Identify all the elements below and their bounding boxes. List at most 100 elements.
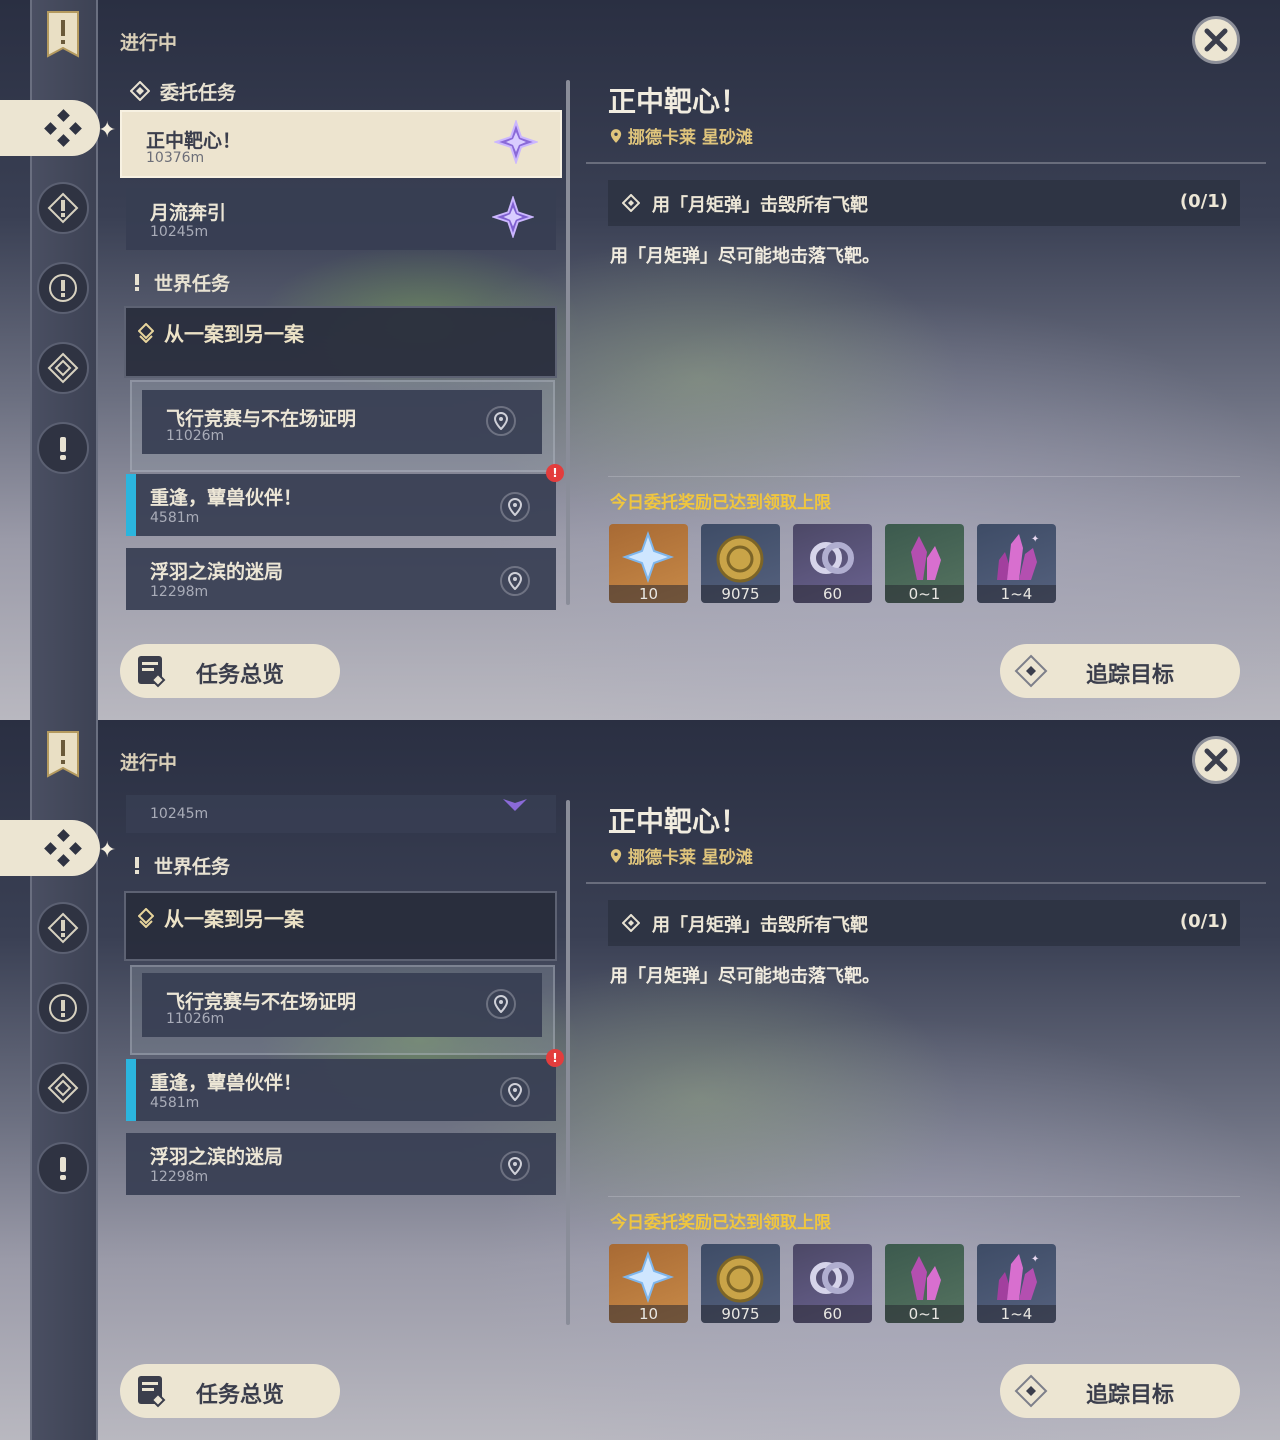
rail-tab-archon[interactable] xyxy=(37,902,89,954)
close-button[interactable] xyxy=(1192,16,1240,64)
track-target-button[interactable]: 追踪目标 xyxy=(1000,644,1240,698)
reward-count: 0~1 xyxy=(885,585,964,603)
rail-tab-commissions[interactable]: ✦ xyxy=(0,100,116,156)
quest-item-reunion[interactable]: 重逢，蕈兽伙伴！ 4581m ! xyxy=(126,464,564,536)
reward-fate[interactable]: 60 xyxy=(793,524,872,603)
quest-group-header[interactable]: 从一案到另一案 xyxy=(124,891,557,961)
crystal-cluster-icon: ✦ xyxy=(997,534,1039,580)
map-pin-icon[interactable] xyxy=(500,1077,530,1107)
crystal-cluster-icon: ✦ xyxy=(997,1254,1039,1300)
reward-count: 60 xyxy=(793,585,872,603)
track-label: 追踪目标 xyxy=(1086,1383,1175,1408)
quest-title: 浮羽之滨的迷局 xyxy=(150,561,284,583)
rail-tab-world[interactable] xyxy=(37,422,89,474)
quest-item-feather-shore[interactable]: 浮羽之滨的迷局 12298m xyxy=(126,1133,556,1195)
new-alert-badge: ! xyxy=(546,464,564,482)
world-exclaim-icon xyxy=(135,274,139,291)
reward-primogem[interactable]: 10 xyxy=(609,1244,688,1323)
quest-distance: 4581m xyxy=(150,1095,200,1111)
commission-star-icon xyxy=(494,120,538,164)
category-label: 世界任务 xyxy=(154,272,231,295)
tracking-bar xyxy=(126,474,136,536)
map-pin-icon[interactable] xyxy=(486,989,516,1019)
reward-primogem[interactable]: 10 xyxy=(609,524,688,603)
quest-item-flight-race[interactable]: 飞行竞赛与不在场证明 11026m xyxy=(142,390,542,454)
quest-distance: 12298m xyxy=(150,1169,209,1185)
location-text: 挪德卡莱 星砂滩 xyxy=(628,128,753,148)
quest-list[interactable]: 10245m 世界任务 从一案到另一案 飞行竞赛与不在场证明 11026m 重逢… xyxy=(120,795,565,1330)
quest-item-moon-flow[interactable]: 月流奔引 10245m xyxy=(126,188,556,250)
reward-fate[interactable]: 60 xyxy=(793,1244,872,1323)
reward-crystal[interactable]: 0~1 xyxy=(885,524,964,603)
rail-tab-commissions[interactable]: ✦ xyxy=(0,820,116,876)
story-quest-icon xyxy=(49,994,77,1022)
crystal-icon xyxy=(911,1256,941,1300)
quest-item-bullseye[interactable]: 正中靶心！ 10376m xyxy=(120,110,562,178)
world-quest-icon xyxy=(60,437,66,460)
reward-mora[interactable]: 9075 xyxy=(701,524,780,603)
quest-distance: 4581m xyxy=(150,510,200,526)
reward-list: 10 9075 60 0~1 ✦ 1~4 xyxy=(609,1244,1056,1323)
reward-count: 10 xyxy=(609,1305,688,1323)
quest-distance: 11026m xyxy=(166,1011,225,1027)
quest-item-flight-race[interactable]: 飞行竞赛与不在场证明 11026m xyxy=(142,973,542,1037)
quest-banner-icon[interactable] xyxy=(46,10,80,60)
reward-limit-note: 今日委托奖励已达到领取上限 xyxy=(610,493,831,513)
commission-star-icon xyxy=(503,799,527,811)
quest-chain-icon xyxy=(138,907,154,928)
fate-icon xyxy=(810,1262,854,1294)
rail-tab-story[interactable] xyxy=(37,982,89,1034)
reward-divider xyxy=(608,476,1240,477)
map-pin-icon[interactable] xyxy=(500,1151,530,1181)
reward-crystal-cluster[interactable]: ✦ 1~4 xyxy=(977,1244,1056,1323)
tracking-bar xyxy=(126,1059,136,1121)
map-pin-icon[interactable] xyxy=(500,492,530,522)
quest-subitem-wrap: 飞行竞赛与不在场证明 11026m xyxy=(130,965,555,1055)
rail-tab-world[interactable] xyxy=(37,1142,89,1194)
reward-count: 10 xyxy=(609,585,688,603)
svg-text:✦: ✦ xyxy=(1031,1254,1039,1265)
reward-count: 1~4 xyxy=(977,1305,1056,1323)
rail-tab-event[interactable] xyxy=(37,342,89,394)
quest-overview-button[interactable]: 任务总览 xyxy=(120,1364,340,1418)
close-button[interactable] xyxy=(1192,736,1240,784)
world-quest-icon xyxy=(60,1157,66,1180)
quest-banner-icon[interactable] xyxy=(46,730,80,780)
world-exclaim-icon xyxy=(135,857,139,874)
map-pin-icon[interactable] xyxy=(500,566,530,596)
reward-divider xyxy=(608,1196,1240,1197)
quest-title: 飞行竞赛与不在场证明 xyxy=(166,991,357,1013)
map-pin-icon[interactable] xyxy=(486,406,516,436)
reward-crystal-cluster[interactable]: ✦ 1~4 xyxy=(977,524,1056,603)
quest-item-feather-shore[interactable]: 浮羽之滨的迷局 12298m xyxy=(126,548,556,610)
fate-icon xyxy=(810,542,854,574)
reward-list: 10 9075 60 0~1 ✦ 1~4 xyxy=(609,524,1056,603)
quest-item-moon-flow-partial[interactable]: 10245m xyxy=(126,795,556,833)
quest-list[interactable]: 委托任务 正中靶心！ 10376m 月流奔引 10245m 世界任务 从一案到另… xyxy=(120,75,565,610)
quest-group-title: 从一案到另一案 xyxy=(164,907,304,931)
sparkle-icon: ✦ xyxy=(98,838,117,863)
category-label: 委托任务 xyxy=(160,81,237,104)
reward-crystal[interactable]: 0~1 xyxy=(885,1244,964,1323)
list-scrollbar[interactable] xyxy=(566,800,570,1325)
quest-item-reunion[interactable]: 重逢，蕈兽伙伴！ 4581m ! xyxy=(126,1049,564,1121)
quest-location: 挪德卡莱 星砂滩 xyxy=(610,123,753,148)
track-target-button[interactable]: 追踪目标 xyxy=(1000,1364,1240,1418)
archon-quest-icon xyxy=(47,192,79,224)
quest-location: 挪德卡莱 星砂滩 xyxy=(610,843,753,868)
rail-tab-event[interactable] xyxy=(37,1062,89,1114)
location-pin-icon xyxy=(610,848,622,863)
rail-tab-story[interactable] xyxy=(37,262,89,314)
objective-count: (0/1) xyxy=(1179,911,1228,932)
list-scrollbar[interactable] xyxy=(566,80,570,605)
reward-mora[interactable]: 9075 xyxy=(701,1244,780,1323)
reward-limit-note: 今日委托奖励已达到领取上限 xyxy=(610,1213,831,1233)
event-quest-icon xyxy=(47,1072,79,1104)
quest-group-header[interactable]: 从一案到另一案 xyxy=(124,306,557,378)
quest-distance: 12298m xyxy=(150,584,209,600)
category-commissions: 委托任务 xyxy=(130,76,236,106)
mora-icon xyxy=(716,535,764,583)
track-icon xyxy=(1014,1374,1048,1408)
quest-overview-button[interactable]: 任务总览 xyxy=(120,644,340,698)
rail-tab-archon[interactable] xyxy=(37,182,89,234)
